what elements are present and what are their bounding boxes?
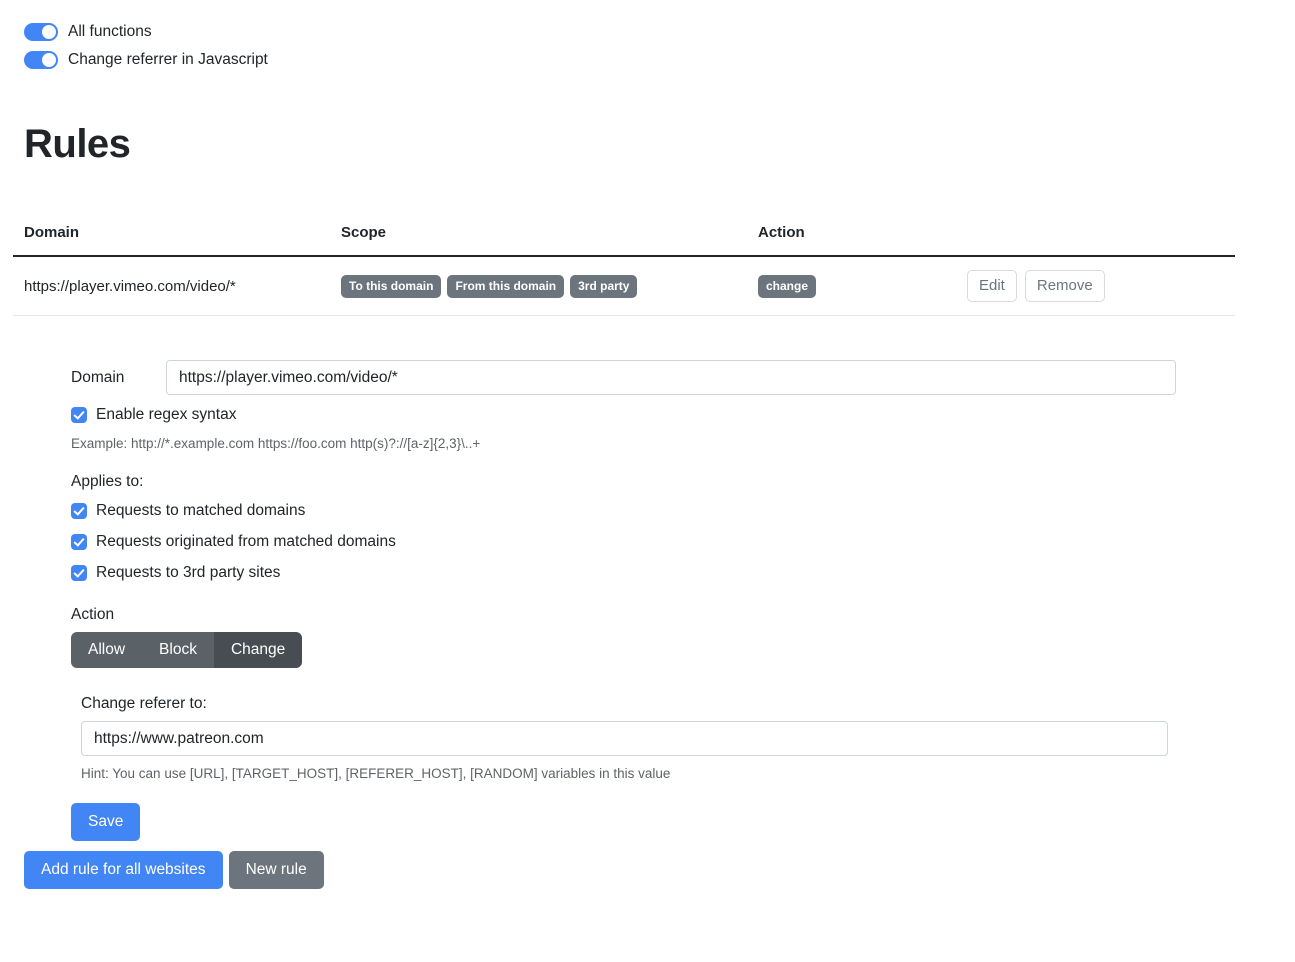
toggle-row-all-functions[interactable]: All functions [24, 20, 1295, 43]
remove-button[interactable]: Remove [1024, 270, 1105, 303]
checkbox-requests-to-3rd-party-sites[interactable] [71, 565, 87, 581]
change-referer-block: Change referer to: Hint: You can use [UR… [0, 695, 1295, 781]
toggle-switch-change-referrer-js[interactable] [24, 50, 58, 69]
rules-table-body: https://player.vimeo.com/video/* To this… [13, 256, 1235, 317]
cell-scope: To this domain From this domain 3rd party [330, 256, 747, 317]
regex-checkbox-row[interactable]: Enable regex syntax [0, 404, 1295, 426]
column-header-scope: Scope [330, 224, 747, 257]
scope-badge-3rd-party: 3rd party [570, 274, 638, 298]
add-rule-for-all-websites-button[interactable]: Add rule for all websites [24, 851, 223, 890]
table-header-row: Domain Scope Action [13, 224, 1235, 257]
action-segmented-control: Allow Block Change [71, 632, 303, 669]
toggle-label-all-functions: All functions [68, 22, 152, 40]
save-button-wrap: Save [0, 803, 1295, 842]
checkbox-requests-originated-from-matched-domains[interactable] [71, 534, 87, 550]
action-option-change[interactable]: Change [213, 632, 303, 669]
toggle-label-change-referrer-js: Change referrer in Javascript [68, 50, 268, 68]
applies-to-label: Applies to: [71, 473, 144, 490]
applies-to-row-originated-from[interactable]: Requests originated from matched domains [0, 531, 1295, 553]
scope-badge-from-this-domain: From this domain [447, 274, 565, 298]
checkbox-requests-to-matched-domains[interactable] [71, 503, 87, 519]
toggle-knob [42, 24, 56, 39]
regex-checkbox[interactable] [71, 407, 87, 423]
label-requests-originated-from-matched-domains: Requests originated from matched domains [96, 533, 396, 551]
cell-domain: https://player.vimeo.com/video/* [13, 256, 330, 317]
rule-edit-form: Domain Enable regex syntax Example: http… [0, 360, 1295, 842]
action-group-label: Action [71, 606, 115, 623]
domain-field-label: Domain [71, 368, 125, 386]
column-header-domain: Domain [13, 224, 330, 257]
toggle-switch-all-functions[interactable] [24, 22, 58, 41]
toggle-knob [42, 52, 56, 67]
action-option-block[interactable]: Block [142, 632, 214, 669]
action-option-allow[interactable]: Allow [71, 632, 143, 669]
domain-field-row: Domain [0, 360, 1295, 395]
new-rule-button[interactable]: New rule [228, 851, 324, 890]
action-badge-change: change [758, 274, 817, 298]
applies-to-row-matched-domains[interactable]: Requests to matched domains [0, 500, 1295, 522]
table-row: https://player.vimeo.com/video/* To this… [13, 256, 1235, 317]
applies-to-row-3rd-party[interactable]: Requests to 3rd party sites [0, 562, 1295, 584]
change-referer-label: Change referer to: [81, 695, 207, 713]
column-header-tools [956, 224, 1235, 257]
page-title: Rules [24, 122, 131, 166]
rules-table-head: Domain Scope Action [13, 224, 1235, 257]
cell-action: change [747, 256, 956, 317]
edit-button[interactable]: Edit [967, 270, 1017, 303]
regex-example-text: Example: http://*.example.com https://fo… [71, 436, 481, 451]
column-header-action: Action [747, 224, 956, 257]
label-requests-to-3rd-party-sites: Requests to 3rd party sites [96, 564, 281, 582]
regex-checkbox-label: Enable regex syntax [96, 406, 237, 424]
cell-tools: Edit Remove [956, 256, 1235, 317]
toggle-row-change-referrer-js[interactable]: Change referrer in Javascript [24, 48, 1295, 71]
domain-input[interactable] [166, 360, 1176, 395]
rules-table: Domain Scope Action https://player.vimeo… [13, 224, 1235, 317]
feature-toggles: All functions Change referrer in Javascr… [0, 0, 1295, 71]
change-referer-input[interactable] [81, 721, 1168, 757]
label-requests-to-matched-domains: Requests to matched domains [96, 502, 306, 520]
bottom-action-bar: Add rule for all websites New rule [24, 851, 324, 890]
save-button[interactable]: Save [71, 803, 141, 842]
change-referer-hint: Hint: You can use [URL], [TARGET_HOST], … [81, 766, 671, 782]
scope-badge-to-this-domain: To this domain [341, 274, 442, 298]
